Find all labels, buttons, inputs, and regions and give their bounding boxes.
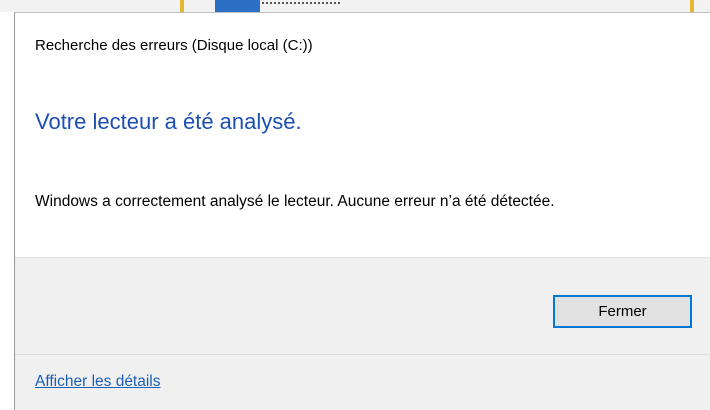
dialog-title: Recherche des erreurs (Disque local (C:)… [35, 37, 313, 54]
screen: Recherche des erreurs (Disque local (C:)… [0, 0, 710, 410]
background-folder-icon [180, 0, 184, 12]
error-check-dialog: Recherche des erreurs (Disque local (C:)… [14, 12, 710, 410]
dialog-title-bar[interactable]: Recherche des erreurs (Disque local (C:)… [15, 13, 710, 75]
background-text-fragment [262, 2, 340, 12]
dialog-footer: Fermer Afficher les détails [15, 257, 710, 410]
background-folder-icon-2 [690, 0, 694, 12]
close-button[interactable]: Fermer [553, 295, 692, 328]
background-selection-highlight [215, 0, 260, 12]
footer-divider [15, 354, 710, 355]
result-message: Windows a correctement analysé le lecteu… [35, 193, 555, 210]
result-heading: Votre lecteur a été analysé. [35, 109, 302, 134]
show-details-link[interactable]: Afficher les détails [35, 373, 161, 391]
background-window-edge [0, 0, 710, 12]
